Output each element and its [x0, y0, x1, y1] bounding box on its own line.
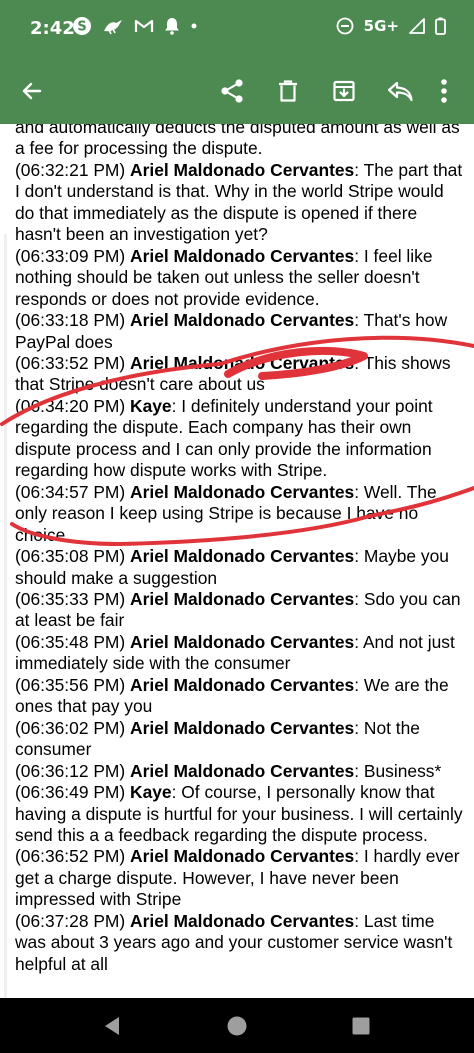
message-speaker: Ariel Maldonado Cervantes	[130, 760, 355, 781]
archive-button[interactable]	[324, 71, 364, 111]
message-list: and automatically deducts the disputed a…	[15, 124, 465, 975]
message-entry: (06:34:20 PM) Kaye: I definitely underst…	[15, 396, 465, 482]
do-not-disturb-icon	[336, 17, 354, 35]
message-speaker: Ariel Maldonado Cervantes	[130, 159, 355, 180]
status-bar: 2:42 S 5G+	[0, 0, 474, 58]
nav-home-button[interactable]	[223, 1012, 251, 1040]
recents-square-icon	[352, 1017, 370, 1035]
message-timestamp: (06:35:08 PM)	[15, 546, 131, 567]
message-entry: (06:37:28 PM) Ariel Maldonado Cervantes:…	[15, 911, 465, 975]
share-icon	[221, 79, 243, 103]
message-timestamp: (06:36:12 PM)	[15, 760, 131, 781]
archive-icon	[333, 80, 355, 102]
message-entry: (06:36:12 PM) Ariel Maldonado Cervantes:…	[15, 761, 465, 782]
message-timestamp: (06:32:21 PM)	[15, 159, 131, 180]
dot-icon	[191, 23, 197, 29]
message-entry: (06:33:18 PM) Ariel Maldonado Cervantes:…	[15, 310, 465, 353]
more-vert-icon	[441, 79, 447, 103]
message-text: and automatically deducts the disputed a…	[15, 124, 460, 159]
message-entry: and automatically deducts the disputed a…	[15, 124, 465, 160]
message-timestamp: (06:36:49 PM)	[15, 782, 131, 803]
message-timestamp: (06:33:18 PM)	[15, 310, 131, 331]
status-right: 5G+	[336, 17, 446, 35]
battery-icon	[435, 17, 446, 35]
message-entry: (06:36:52 PM) Ariel Maldonado Cervantes:…	[15, 846, 465, 910]
reply-icon	[387, 81, 413, 102]
message-entry: (06:35:56 PM) Ariel Maldonado Cervantes:…	[15, 675, 465, 718]
message-speaker: Ariel Maldonado Cervantes	[130, 717, 355, 738]
network-label: 5G+	[363, 17, 399, 35]
message-speaker: Ariel Maldonado Cervantes	[130, 245, 355, 266]
message-timestamp: (06:37:28 PM)	[15, 910, 131, 931]
message-timestamp: (06:33:52 PM)	[15, 352, 131, 373]
message-timestamp: (06:36:52 PM)	[15, 846, 131, 867]
message-speaker: Ariel Maldonado Cervantes	[130, 352, 355, 373]
scroll-indicator[interactable]	[4, 234, 7, 998]
s-app-icon: S	[73, 17, 91, 35]
bird-icon	[104, 20, 122, 35]
message-speaker: Ariel Maldonado Cervantes	[130, 546, 355, 567]
message-speaker: Ariel Maldonado Cervantes	[130, 588, 355, 609]
chat-transcript[interactable]: and automatically deducts the disputed a…	[0, 124, 474, 998]
delete-icon	[279, 80, 297, 102]
message-speaker: Ariel Maldonado Cervantes	[130, 910, 355, 931]
share-button[interactable]	[212, 71, 252, 111]
message-entry: (06:34:57 PM) Ariel Maldonado Cervantes:…	[15, 482, 465, 546]
navigation-bar	[0, 998, 474, 1053]
app-bar	[0, 58, 474, 124]
message-entry: (06:35:33 PM) Ariel Maldonado Cervantes:…	[15, 589, 465, 632]
message-speaker: Ariel Maldonado Cervantes	[130, 631, 355, 652]
message-speaker: Ariel Maldonado Cervantes	[130, 846, 355, 867]
back-arrow-icon	[22, 82, 42, 100]
gmail-icon	[134, 19, 154, 32]
message-entry: (06:35:48 PM) Ariel Maldonado Cervantes:…	[15, 632, 465, 675]
message-entry: (06:35:08 PM) Ariel Maldonado Cervantes:…	[15, 546, 465, 589]
bell-icon	[165, 18, 179, 35]
message-speaker: Ariel Maldonado Cervantes	[130, 481, 355, 502]
message-timestamp: (06:36:02 PM)	[15, 717, 131, 738]
message-speaker: Kaye	[130, 395, 172, 416]
message-timestamp: (06:35:33 PM)	[15, 588, 131, 609]
message-entry: (06:36:02 PM) Ariel Maldonado Cervantes:…	[15, 718, 465, 761]
message-entry: (06:33:09 PM) Ariel Maldonado Cervantes:…	[15, 246, 465, 310]
message-speaker: Ariel Maldonado Cervantes	[130, 310, 355, 331]
svg-text:S: S	[77, 20, 86, 35]
message-speaker: Kaye	[130, 782, 172, 803]
message-timestamp: (06:34:57 PM)	[15, 481, 131, 502]
message-speaker: Ariel Maldonado Cervantes	[130, 674, 355, 695]
message-text: : Business*	[354, 760, 442, 781]
back-triangle-icon	[105, 1017, 119, 1035]
status-time: 2:42	[30, 18, 75, 39]
more-options-button[interactable]	[424, 71, 464, 111]
nav-recents-button[interactable]	[347, 1012, 375, 1040]
message-timestamp: (06:34:20 PM)	[15, 395, 131, 416]
delete-button[interactable]	[268, 71, 308, 111]
message-timestamp: (06:33:09 PM)	[15, 245, 131, 266]
signal-icon	[409, 18, 425, 34]
message-entry: (06:36:49 PM) Kaye: Of course, I persona…	[15, 782, 465, 846]
home-circle-icon	[227, 1016, 247, 1036]
message-timestamp: (06:35:48 PM)	[15, 631, 131, 652]
message-entry: (06:33:52 PM) Ariel Maldonado Cervantes:…	[15, 353, 465, 396]
status-left-icons: S	[72, 16, 198, 36]
nav-back-button[interactable]	[98, 1012, 126, 1040]
message-entry: (06:32:21 PM) Ariel Maldonado Cervantes:…	[15, 160, 465, 246]
reply-button[interactable]	[380, 71, 420, 111]
message-timestamp: (06:35:56 PM)	[15, 674, 131, 695]
back-button[interactable]	[12, 71, 52, 111]
